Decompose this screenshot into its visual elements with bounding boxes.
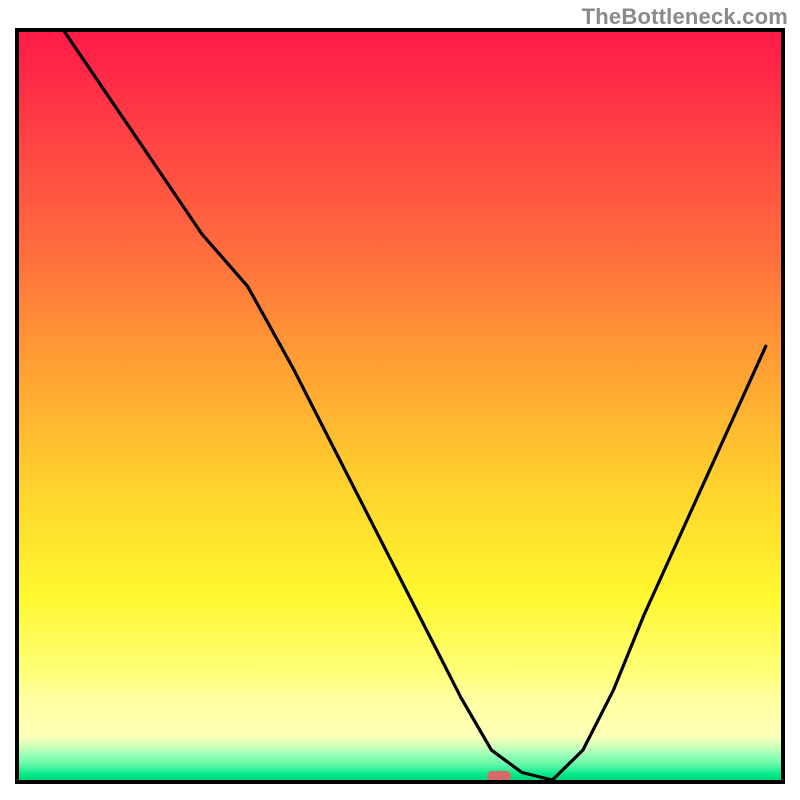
plot-area xyxy=(19,32,781,780)
curve-path xyxy=(65,32,766,780)
bottleneck-chart: TheBottleneck.com xyxy=(0,0,800,800)
bottleneck-curve xyxy=(19,32,781,780)
bottleneck-marker xyxy=(487,771,511,780)
watermark-label: TheBottleneck.com xyxy=(582,4,788,30)
